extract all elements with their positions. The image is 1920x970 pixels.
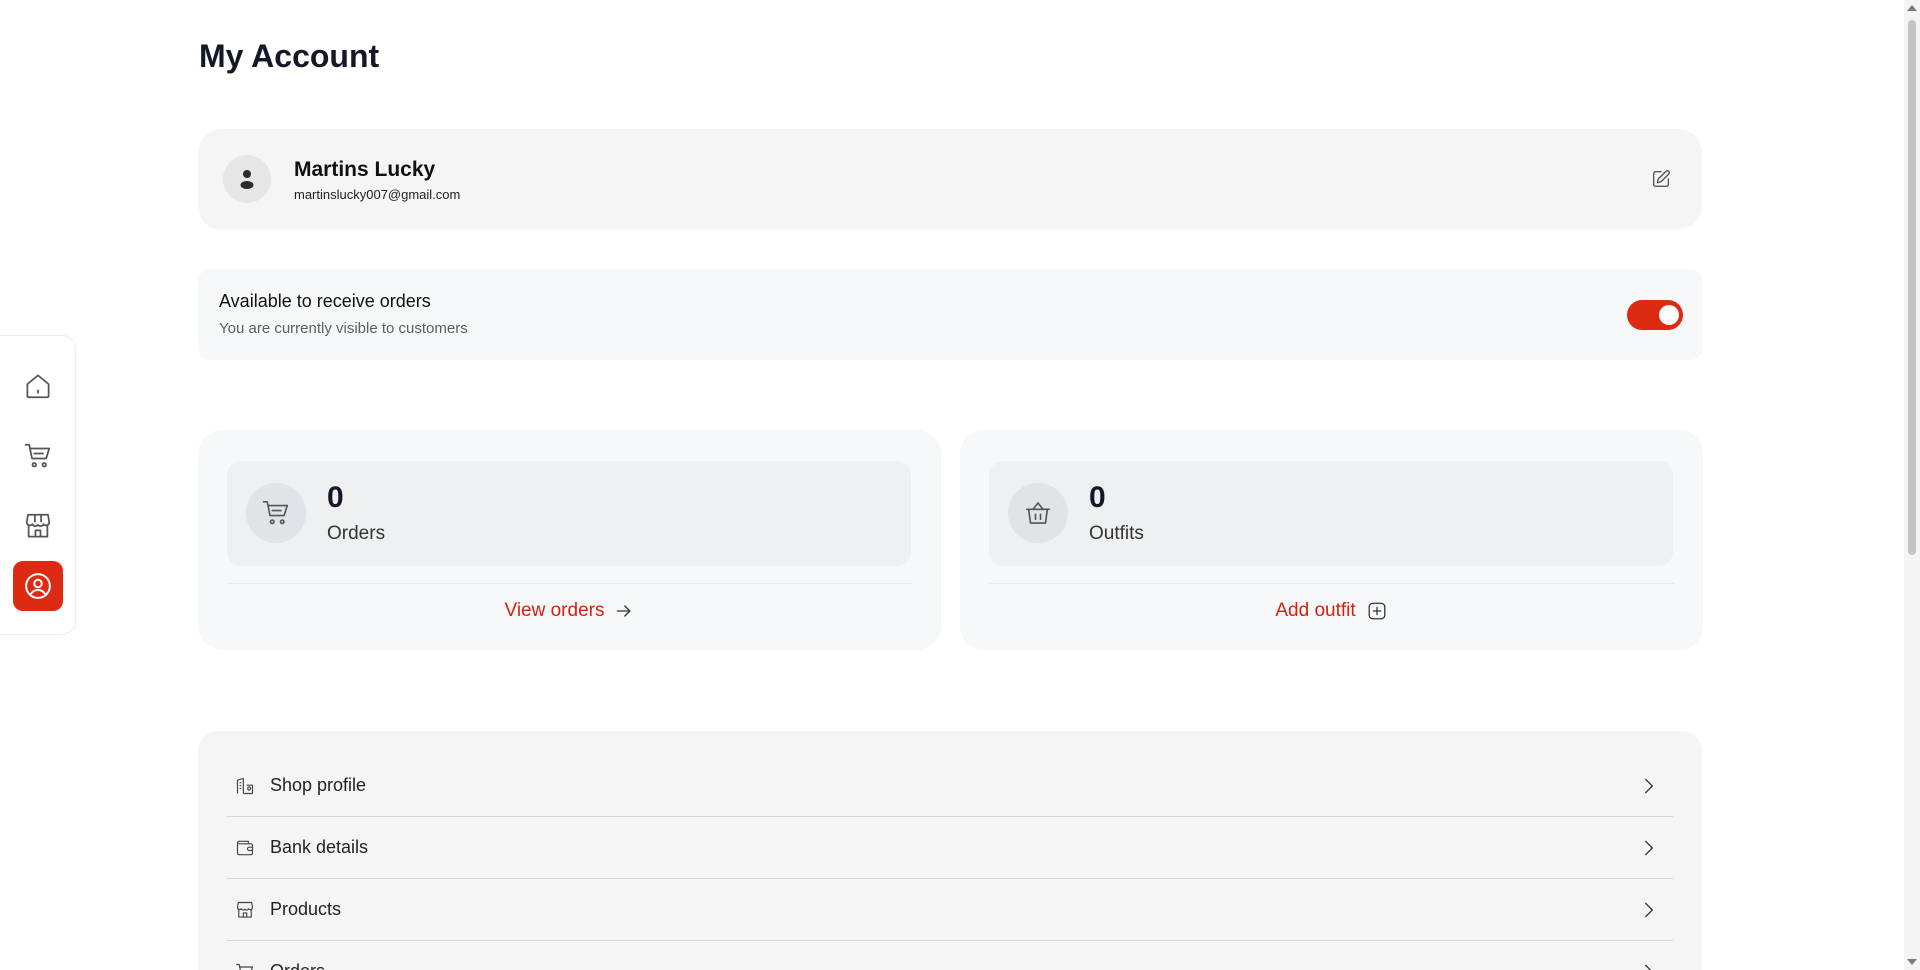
add-outfit-link[interactable]: Add outfit bbox=[960, 596, 1703, 626]
scroll-thumb[interactable] bbox=[1908, 20, 1916, 555]
avatar bbox=[223, 155, 271, 203]
basket-icon bbox=[1025, 502, 1051, 524]
menu-item-label: Bank details bbox=[270, 837, 369, 857]
arrow-right-icon bbox=[617, 605, 631, 617]
availability-subtitle: You are currently visible to customers bbox=[219, 320, 468, 337]
home-icon bbox=[26, 374, 50, 399]
menu-item-bank-details[interactable]: Bank details bbox=[227, 817, 1673, 879]
menu-item-label: Orders bbox=[270, 961, 325, 970]
cart-icon bbox=[262, 500, 289, 525]
plus-square-icon bbox=[1368, 602, 1386, 620]
cart-icon bbox=[24, 443, 51, 468]
menu-item-orders[interactable]: Orders bbox=[227, 941, 1673, 970]
menu-item-label: Products bbox=[270, 899, 342, 919]
sidebar-nav bbox=[0, 335, 76, 635]
sidebar-item-home[interactable] bbox=[13, 361, 63, 411]
user-circle-icon bbox=[25, 573, 51, 599]
scroll-down-arrow-icon[interactable] bbox=[1907, 959, 1917, 965]
edit-profile-button[interactable] bbox=[1648, 166, 1674, 192]
outfits-count: 0 bbox=[1089, 481, 1106, 514]
orders-stat-card: 0 Orders View orders bbox=[198, 430, 941, 650]
divider bbox=[227, 583, 912, 584]
edit-icon bbox=[1652, 170, 1670, 188]
orders-count: 0 bbox=[327, 481, 344, 514]
storefront-icon bbox=[25, 513, 51, 538]
toggle-knob bbox=[1659, 305, 1679, 325]
app-root: My Account Martins Lucky martinslucky007… bbox=[0, 0, 1920, 970]
outfits-stat-icon-wrap bbox=[1008, 483, 1068, 543]
menu-item-products[interactable]: Products bbox=[227, 879, 1673, 941]
account-menu: Shop profile Bank details Products bbox=[198, 731, 1702, 970]
chevron-right-icon bbox=[1645, 840, 1653, 856]
availability-title: Available to receive orders bbox=[219, 291, 431, 311]
scroll-up-arrow-icon[interactable] bbox=[1907, 5, 1917, 11]
chevron-right-icon bbox=[1645, 902, 1653, 918]
divider bbox=[989, 583, 1674, 584]
shop-profile-icon bbox=[235, 775, 257, 797]
menu-item-label: Shop profile bbox=[270, 775, 367, 795]
chevron-right-icon bbox=[1645, 778, 1653, 794]
orders-stat-box: 0 Orders bbox=[227, 461, 911, 566]
profile-name: Martins Lucky bbox=[294, 158, 436, 181]
availability-card: Available to receive orders You are curr… bbox=[198, 269, 1702, 360]
storefront-icon bbox=[235, 899, 257, 921]
orders-label: Orders bbox=[327, 523, 386, 544]
orders-stat-icon-wrap bbox=[246, 483, 306, 543]
view-orders-link[interactable]: View orders bbox=[198, 596, 941, 626]
page-scrollbar[interactable] bbox=[1904, 0, 1920, 970]
add-outfit-label: Add outfit bbox=[1275, 600, 1356, 621]
cart-icon bbox=[235, 961, 257, 970]
user-silhouette-icon bbox=[240, 170, 254, 189]
profile-email: martinslucky007@gmail.com bbox=[294, 187, 461, 202]
outfits-stat-card: 0 Outfits Add outfit bbox=[960, 430, 1703, 650]
chevron-right-icon bbox=[1645, 964, 1652, 970]
sidebar-item-products[interactable] bbox=[13, 501, 63, 551]
sidebar-item-orders[interactable] bbox=[13, 431, 63, 481]
view-orders-label: View orders bbox=[504, 600, 605, 621]
wallet-icon bbox=[235, 837, 257, 859]
profile-card: Martins Lucky martinslucky007@gmail.com bbox=[198, 129, 1702, 230]
availability-toggle[interactable] bbox=[1627, 300, 1683, 330]
outfits-stat-box: 0 Outfits bbox=[989, 461, 1673, 566]
outfits-label: Outfits bbox=[1089, 523, 1144, 544]
page-title: My Account bbox=[199, 38, 380, 74]
menu-item-shop-profile[interactable]: Shop profile bbox=[227, 755, 1673, 817]
sidebar-item-account[interactable] bbox=[13, 561, 63, 611]
